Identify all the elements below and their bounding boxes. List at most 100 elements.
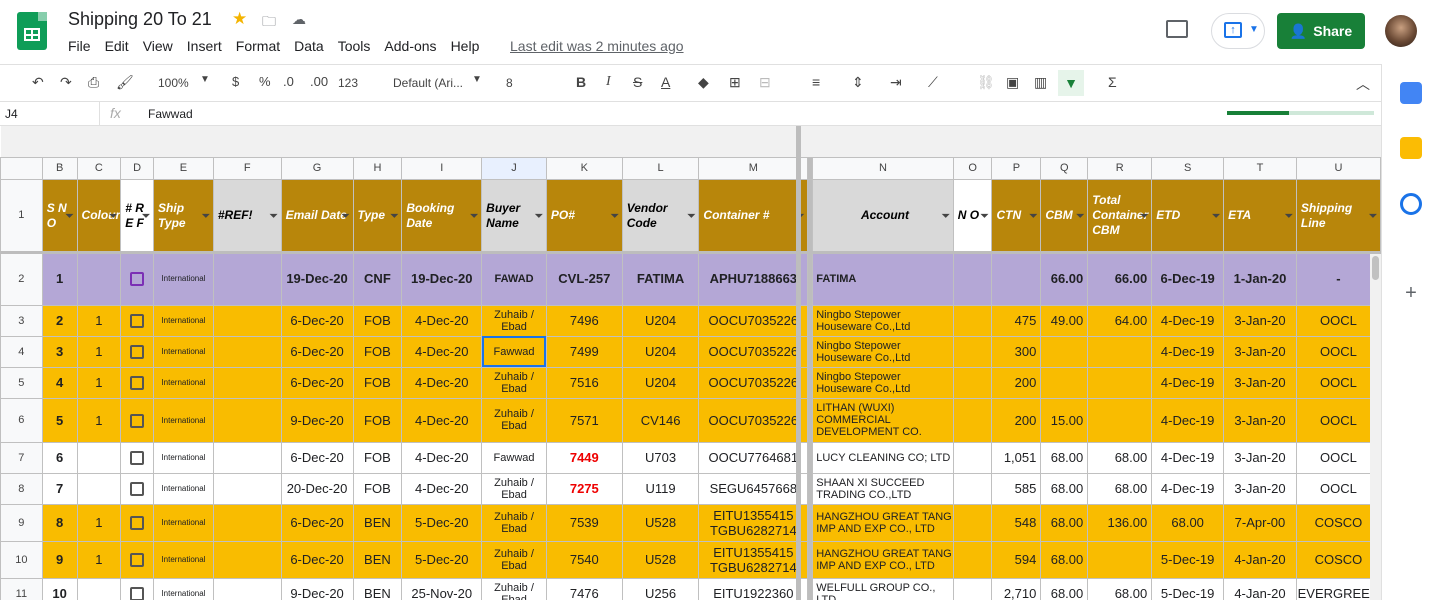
row-number[interactable]: 1 <box>0 178 43 253</box>
column-header-f[interactable]: F <box>212 156 282 180</box>
cell-g[interactable]: 6-Dec-20 <box>280 366 354 399</box>
header-cell-n[interactable]: Account ⏷ <box>812 178 954 253</box>
filter-icon[interactable]: ⏷ <box>942 209 950 224</box>
redo-icon[interactable]: ↷ <box>60 74 72 91</box>
text-color-button[interactable]: A <box>661 74 670 90</box>
cell-t[interactable]: 3-Jan-20 <box>1223 472 1297 505</box>
header-cell-r[interactable]: Total Container CBM ⏷ <box>1087 178 1153 253</box>
cell-p[interactable]: 548 <box>991 503 1042 542</box>
cell-i[interactable]: 19-Dec-20 <box>401 251 483 306</box>
cell-d[interactable] <box>120 397 155 443</box>
column-header-b[interactable]: B <box>41 156 78 180</box>
cell-l[interactable]: FATIMA <box>621 251 700 306</box>
cell-j[interactable]: Zuhaib / Ebad <box>481 577 547 600</box>
cell-j[interactable]: Zuhaib / Ebad <box>481 472 547 505</box>
insert-link-icon[interactable]: ⛓ <box>977 74 995 91</box>
cell-o[interactable] <box>952 397 993 443</box>
percent-format-button[interactable]: % <box>259 74 271 89</box>
filter-icon[interactable]: ⏷ <box>1212 209 1220 224</box>
cell-j[interactable]: Zuhaib / Ebad <box>481 366 547 399</box>
cell-s[interactable]: 4-Dec-19 <box>1151 304 1225 337</box>
cell-p[interactable]: 200 <box>991 366 1042 399</box>
cell-p[interactable]: 200 <box>991 397 1042 443</box>
column-header-h[interactable]: H <box>352 156 403 180</box>
filter-icon[interactable]: ⏷ <box>1076 209 1084 224</box>
column-header-i[interactable]: I <box>401 156 483 180</box>
share-button[interactable]: 👤 Share <box>1277 13 1365 49</box>
add-addon-icon[interactable]: + <box>1400 282 1422 304</box>
column-header-g[interactable]: G <box>280 156 354 180</box>
column-header-e[interactable]: E <box>153 156 214 180</box>
cell-o[interactable] <box>952 472 993 505</box>
cell-f[interactable] <box>212 540 282 579</box>
cell-u[interactable]: EVERGREEN <box>1295 577 1381 600</box>
filter-icon[interactable]: ⏷ <box>202 209 210 224</box>
text-rotation-icon[interactable]: ⟋ <box>928 74 938 91</box>
cell-g[interactable]: 6-Dec-20 <box>280 540 354 579</box>
checkbox[interactable] <box>130 376 145 391</box>
cell-u[interactable]: OOCL <box>1295 366 1381 399</box>
functions-button[interactable]: Σ <box>1108 74 1117 90</box>
cell-i[interactable]: 25-Nov-20 <box>401 577 483 600</box>
cell-t[interactable]: 7-Apr-00 <box>1223 503 1297 542</box>
cell-c[interactable]: 1 <box>76 335 122 368</box>
cell-n[interactable]: HANGZHOU GREAT TANG IMP AND EXP CO., LTD <box>812 503 954 542</box>
cell-e[interactable]: International <box>153 577 214 600</box>
cell-g[interactable]: 6-Dec-20 <box>280 441 354 474</box>
cell-g[interactable]: 6-Dec-20 <box>280 335 354 368</box>
cell-q[interactable]: 68.00 <box>1040 472 1089 505</box>
cell-k[interactable]: 7496 <box>545 304 623 337</box>
cell-u[interactable]: OOCL <box>1295 441 1381 474</box>
column-header-u[interactable]: U <box>1295 156 1381 180</box>
header-cell-l[interactable]: Vendor Code ⏷ <box>621 178 700 253</box>
cell-f[interactable] <box>212 397 282 443</box>
align-horizontal-icon[interactable]: ≡ <box>812 74 820 90</box>
move-folder-icon[interactable]: 🗀 <box>262 11 276 35</box>
cell-j[interactable]: Zuhaib / Ebad <box>481 397 547 443</box>
formula-input[interactable]: Fawwad <box>148 107 193 121</box>
cell-g[interactable]: 20-Dec-20 <box>280 472 354 505</box>
borders-icon[interactable]: ⊞ <box>729 74 741 91</box>
strikethrough-button[interactable]: S <box>633 74 642 90</box>
cell-d[interactable] <box>120 335 155 368</box>
cell-m[interactable]: OOCU7035226 <box>698 304 809 337</box>
menu-addons[interactable]: Add-ons <box>384 38 436 54</box>
checkbox[interactable] <box>130 553 145 568</box>
cell-d[interactable] <box>120 540 155 579</box>
cell-k[interactable]: 7275 <box>545 472 623 505</box>
cell-p[interactable]: 2,710 <box>991 577 1042 600</box>
frozen-row-divider[interactable] <box>0 251 1381 254</box>
cell-c[interactable]: 1 <box>76 366 122 399</box>
column-header-r[interactable]: R <box>1087 156 1153 180</box>
row-number[interactable]: 5 <box>0 366 43 399</box>
cell-s[interactable]: 6-Dec-19 <box>1151 251 1225 306</box>
cell-n[interactable]: LUCY CLEANING CO; LTD <box>812 441 954 474</box>
cell-i[interactable]: 4-Dec-20 <box>401 397 483 443</box>
column-header-d[interactable]: D <box>120 156 155 180</box>
cloud-status-icon[interactable]: ☁ <box>292 11 306 28</box>
cell-c[interactable]: 1 <box>76 503 122 542</box>
cell-r[interactable]: 64.00 <box>1087 304 1153 337</box>
cell-i[interactable]: 5-Dec-20 <box>401 503 483 542</box>
header-cell-g[interactable]: Email Date ⏷ <box>280 178 354 253</box>
cell-r[interactable]: 68.00 <box>1087 472 1153 505</box>
increase-decimal-button[interactable]: .00 <box>310 74 328 89</box>
cell-r[interactable]: 136.00 <box>1087 503 1153 542</box>
cell-e[interactable]: International <box>153 335 214 368</box>
cell-d[interactable] <box>120 472 155 505</box>
menu-tools[interactable]: Tools <box>338 38 371 54</box>
cell-n[interactable]: HANGZHOU GREAT TANG IMP AND EXP CO., LTD <box>812 540 954 579</box>
cell-f[interactable] <box>212 503 282 542</box>
menu-insert[interactable]: Insert <box>187 38 222 54</box>
cell-r[interactable] <box>1087 540 1153 579</box>
menu-help[interactable]: Help <box>451 38 480 54</box>
cell-o[interactable] <box>952 441 993 474</box>
cell-u[interactable]: OOCL <box>1295 472 1381 505</box>
cell-f[interactable] <box>212 441 282 474</box>
cell-d[interactable] <box>120 577 155 600</box>
cell-l[interactable]: U204 <box>621 304 700 337</box>
cell-c[interactable] <box>76 472 122 505</box>
cell-d[interactable] <box>120 503 155 542</box>
column-header-j[interactable]: J <box>481 156 547 180</box>
cell-m[interactable]: EITU1355415 TGBU6282714 <box>698 540 809 579</box>
